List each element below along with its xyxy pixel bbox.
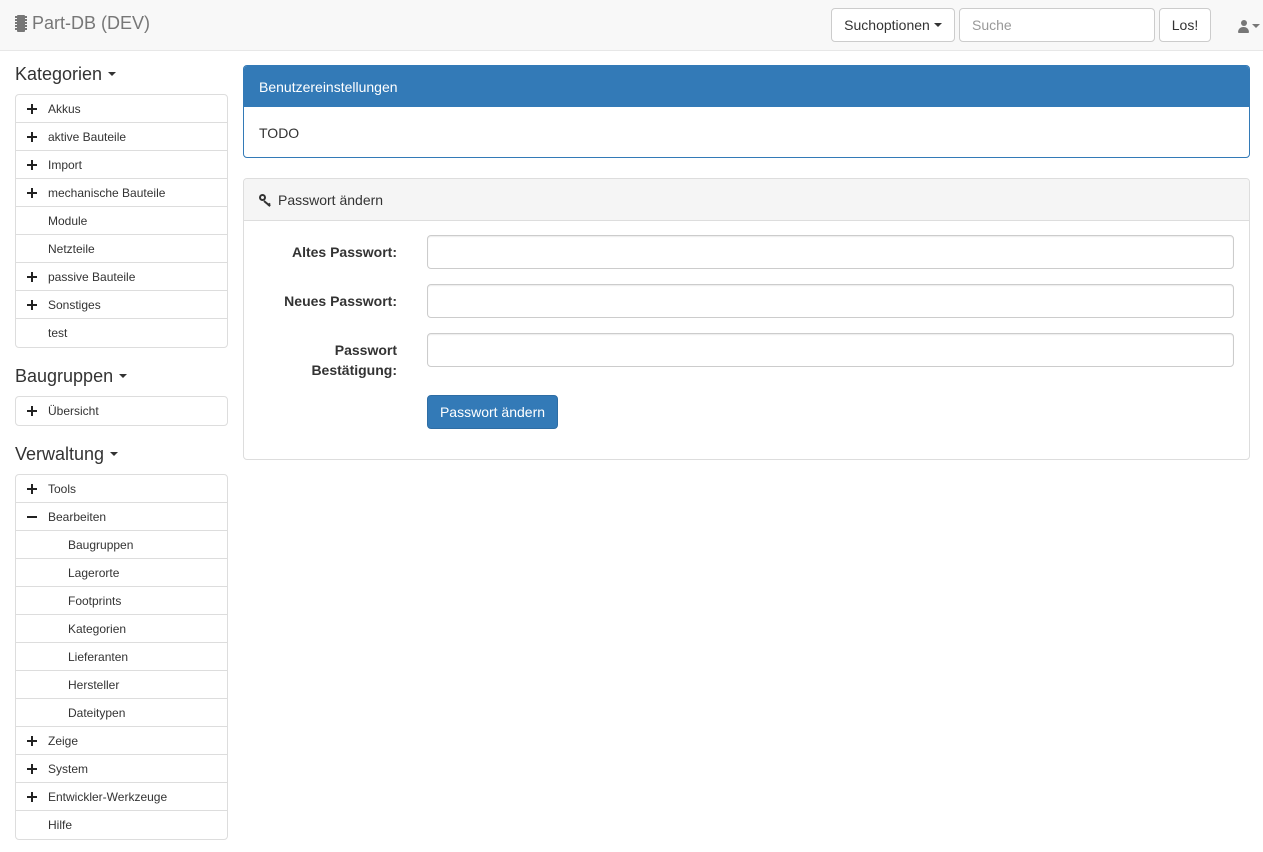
chip-icon <box>15 15 27 32</box>
categories-tree: Akkus aktive Bauteile Import mechanische Ba… <box>15 94 228 348</box>
confirm-password-label: Passwort Bestätigung: <box>311 342 397 378</box>
category-item[interactable]: mechanische Bauteile <box>16 179 227 207</box>
assemblies-tree: Übersicht <box>15 396 228 426</box>
panel-heading: Passwort ändern <box>244 179 1249 221</box>
caret-down-icon <box>119 374 128 378</box>
category-item-label: Sonstiges <box>48 297 101 312</box>
plus-icon[interactable] <box>27 188 37 198</box>
administration-item[interactable]: Bearbeiten <box>16 503 227 531</box>
old-password-label: Altes Passwort: <box>291 244 397 260</box>
category-item[interactable]: Sonstiges <box>16 291 227 319</box>
administration-item[interactable]: Hilfe <box>16 811 227 839</box>
panel-title: Passwort ändern <box>278 191 384 208</box>
caret-down-icon <box>110 452 119 456</box>
category-item-label: aktive Bauteile <box>48 129 127 144</box>
category-item-label: Import <box>48 157 83 172</box>
category-item-label: test <box>48 326 68 340</box>
administration-item[interactable]: Footprints <box>16 587 227 615</box>
old-password-field[interactable] <box>427 235 1234 269</box>
administration-item-label: Hilfe <box>48 818 73 832</box>
plus-icon[interactable] <box>27 300 37 310</box>
administration-item-label: Baugruppen <box>68 537 134 552</box>
administration-item[interactable]: Dateitypen <box>16 699 227 727</box>
plus-icon[interactable] <box>27 406 37 416</box>
assemblies-heading[interactable]: Baugruppen <box>15 363 128 389</box>
panel-title: Benutzereinstellungen <box>244 66 1249 107</box>
administration-item-label: Hersteller <box>68 677 120 692</box>
administration-item[interactable]: Hersteller <box>16 671 227 699</box>
search-options-button[interactable]: Suchoptionen <box>831 8 955 42</box>
administration-item[interactable]: System <box>16 755 227 783</box>
administration-item[interactable]: Kategorien <box>16 615 227 643</box>
category-item-label: passive Bauteile <box>48 269 136 284</box>
administration-item-label: Kategorien <box>68 621 127 636</box>
brand-title: Part-DB (DEV) <box>32 13 151 33</box>
category-item-label: Netzteile <box>48 241 95 256</box>
administration-item-label: Lagerorte <box>68 565 120 580</box>
category-item[interactable]: passive Bauteile <box>16 263 227 291</box>
caret-down-icon <box>108 72 117 76</box>
minus-icon[interactable] <box>27 512 37 522</box>
plus-icon[interactable] <box>27 132 37 142</box>
plus-icon[interactable] <box>27 272 37 282</box>
category-item-label: mechanische Bauteile <box>48 185 166 200</box>
category-item[interactable]: Import <box>16 151 227 179</box>
plus-icon[interactable] <box>27 792 37 802</box>
brand-link[interactable]: Part-DB (DEV) <box>15 13 150 34</box>
search-go-button[interactable]: Los! <box>1159 8 1211 42</box>
category-item[interactable]: Netzteile <box>16 235 227 263</box>
category-item-label: Module <box>48 213 88 228</box>
administration-item-label: Zeige <box>48 733 79 748</box>
top-navbar: Part-DB (DEV) Suchoptionen Los! <box>0 0 1263 51</box>
user-menu[interactable] <box>1238 16 1263 36</box>
administration-item-label: Entwickler-Werkzeuge <box>48 789 168 804</box>
plus-icon[interactable] <box>27 484 37 494</box>
administration-item-label: Lieferanten <box>68 649 129 664</box>
administration-item-label: System <box>48 761 89 776</box>
administration-heading[interactable]: Verwaltung <box>15 441 119 467</box>
plus-icon[interactable] <box>27 764 37 774</box>
categories-heading[interactable]: Kategorien <box>15 61 117 87</box>
administration-item-label: Footprints <box>68 593 122 608</box>
assembly-item[interactable]: Übersicht <box>16 397 227 425</box>
user-icon <box>1238 19 1249 33</box>
administration-item[interactable]: Lagerorte <box>16 559 227 587</box>
change-password-panel: Passwort ändern Altes Passwort: Neues Pa… <box>243 178 1250 460</box>
panel-body: TODO <box>259 125 300 141</box>
category-item[interactable]: aktive Bauteile <box>16 123 227 151</box>
administration-item[interactable]: Entwickler-Werkzeuge <box>16 783 227 811</box>
search-input[interactable] <box>959 8 1155 42</box>
plus-icon[interactable] <box>27 160 37 170</box>
category-item[interactable]: Akkus <box>16 95 227 123</box>
search-options-label: Suchoptionen <box>844 17 930 33</box>
category-item[interactable]: test <box>16 319 227 347</box>
category-item-label: Akkus <box>48 101 81 116</box>
administration-item[interactable]: Tools <box>16 475 227 503</box>
administration-item-label: Dateitypen <box>68 705 126 720</box>
category-item[interactable]: Module <box>16 207 227 235</box>
user-settings-panel: Benutzereinstellungen TODO <box>243 65 1250 158</box>
administration-tree: Tools Bearbeiten Baugruppen Lagerorte Footpr… <box>15 474 228 840</box>
administration-item-label: Tools <box>48 481 77 496</box>
administration-item[interactable]: Lieferanten <box>16 643 227 671</box>
caret-down-icon <box>933 23 942 27</box>
administration-item-label: Bearbeiten <box>48 509 107 524</box>
new-password-label: Neues Passwort: <box>284 293 397 309</box>
confirm-password-field[interactable] <box>427 333 1234 367</box>
plus-icon[interactable] <box>27 736 37 746</box>
administration-item[interactable]: Baugruppen <box>16 531 227 559</box>
plus-icon[interactable] <box>27 104 37 114</box>
new-password-field[interactable] <box>427 284 1234 318</box>
change-password-button[interactable]: Passwort ändern <box>427 395 558 429</box>
key-icon <box>259 193 273 207</box>
caret-down-icon <box>1252 24 1260 28</box>
assembly-item-label: Übersicht <box>48 404 99 418</box>
administration-item[interactable]: Zeige <box>16 727 227 755</box>
